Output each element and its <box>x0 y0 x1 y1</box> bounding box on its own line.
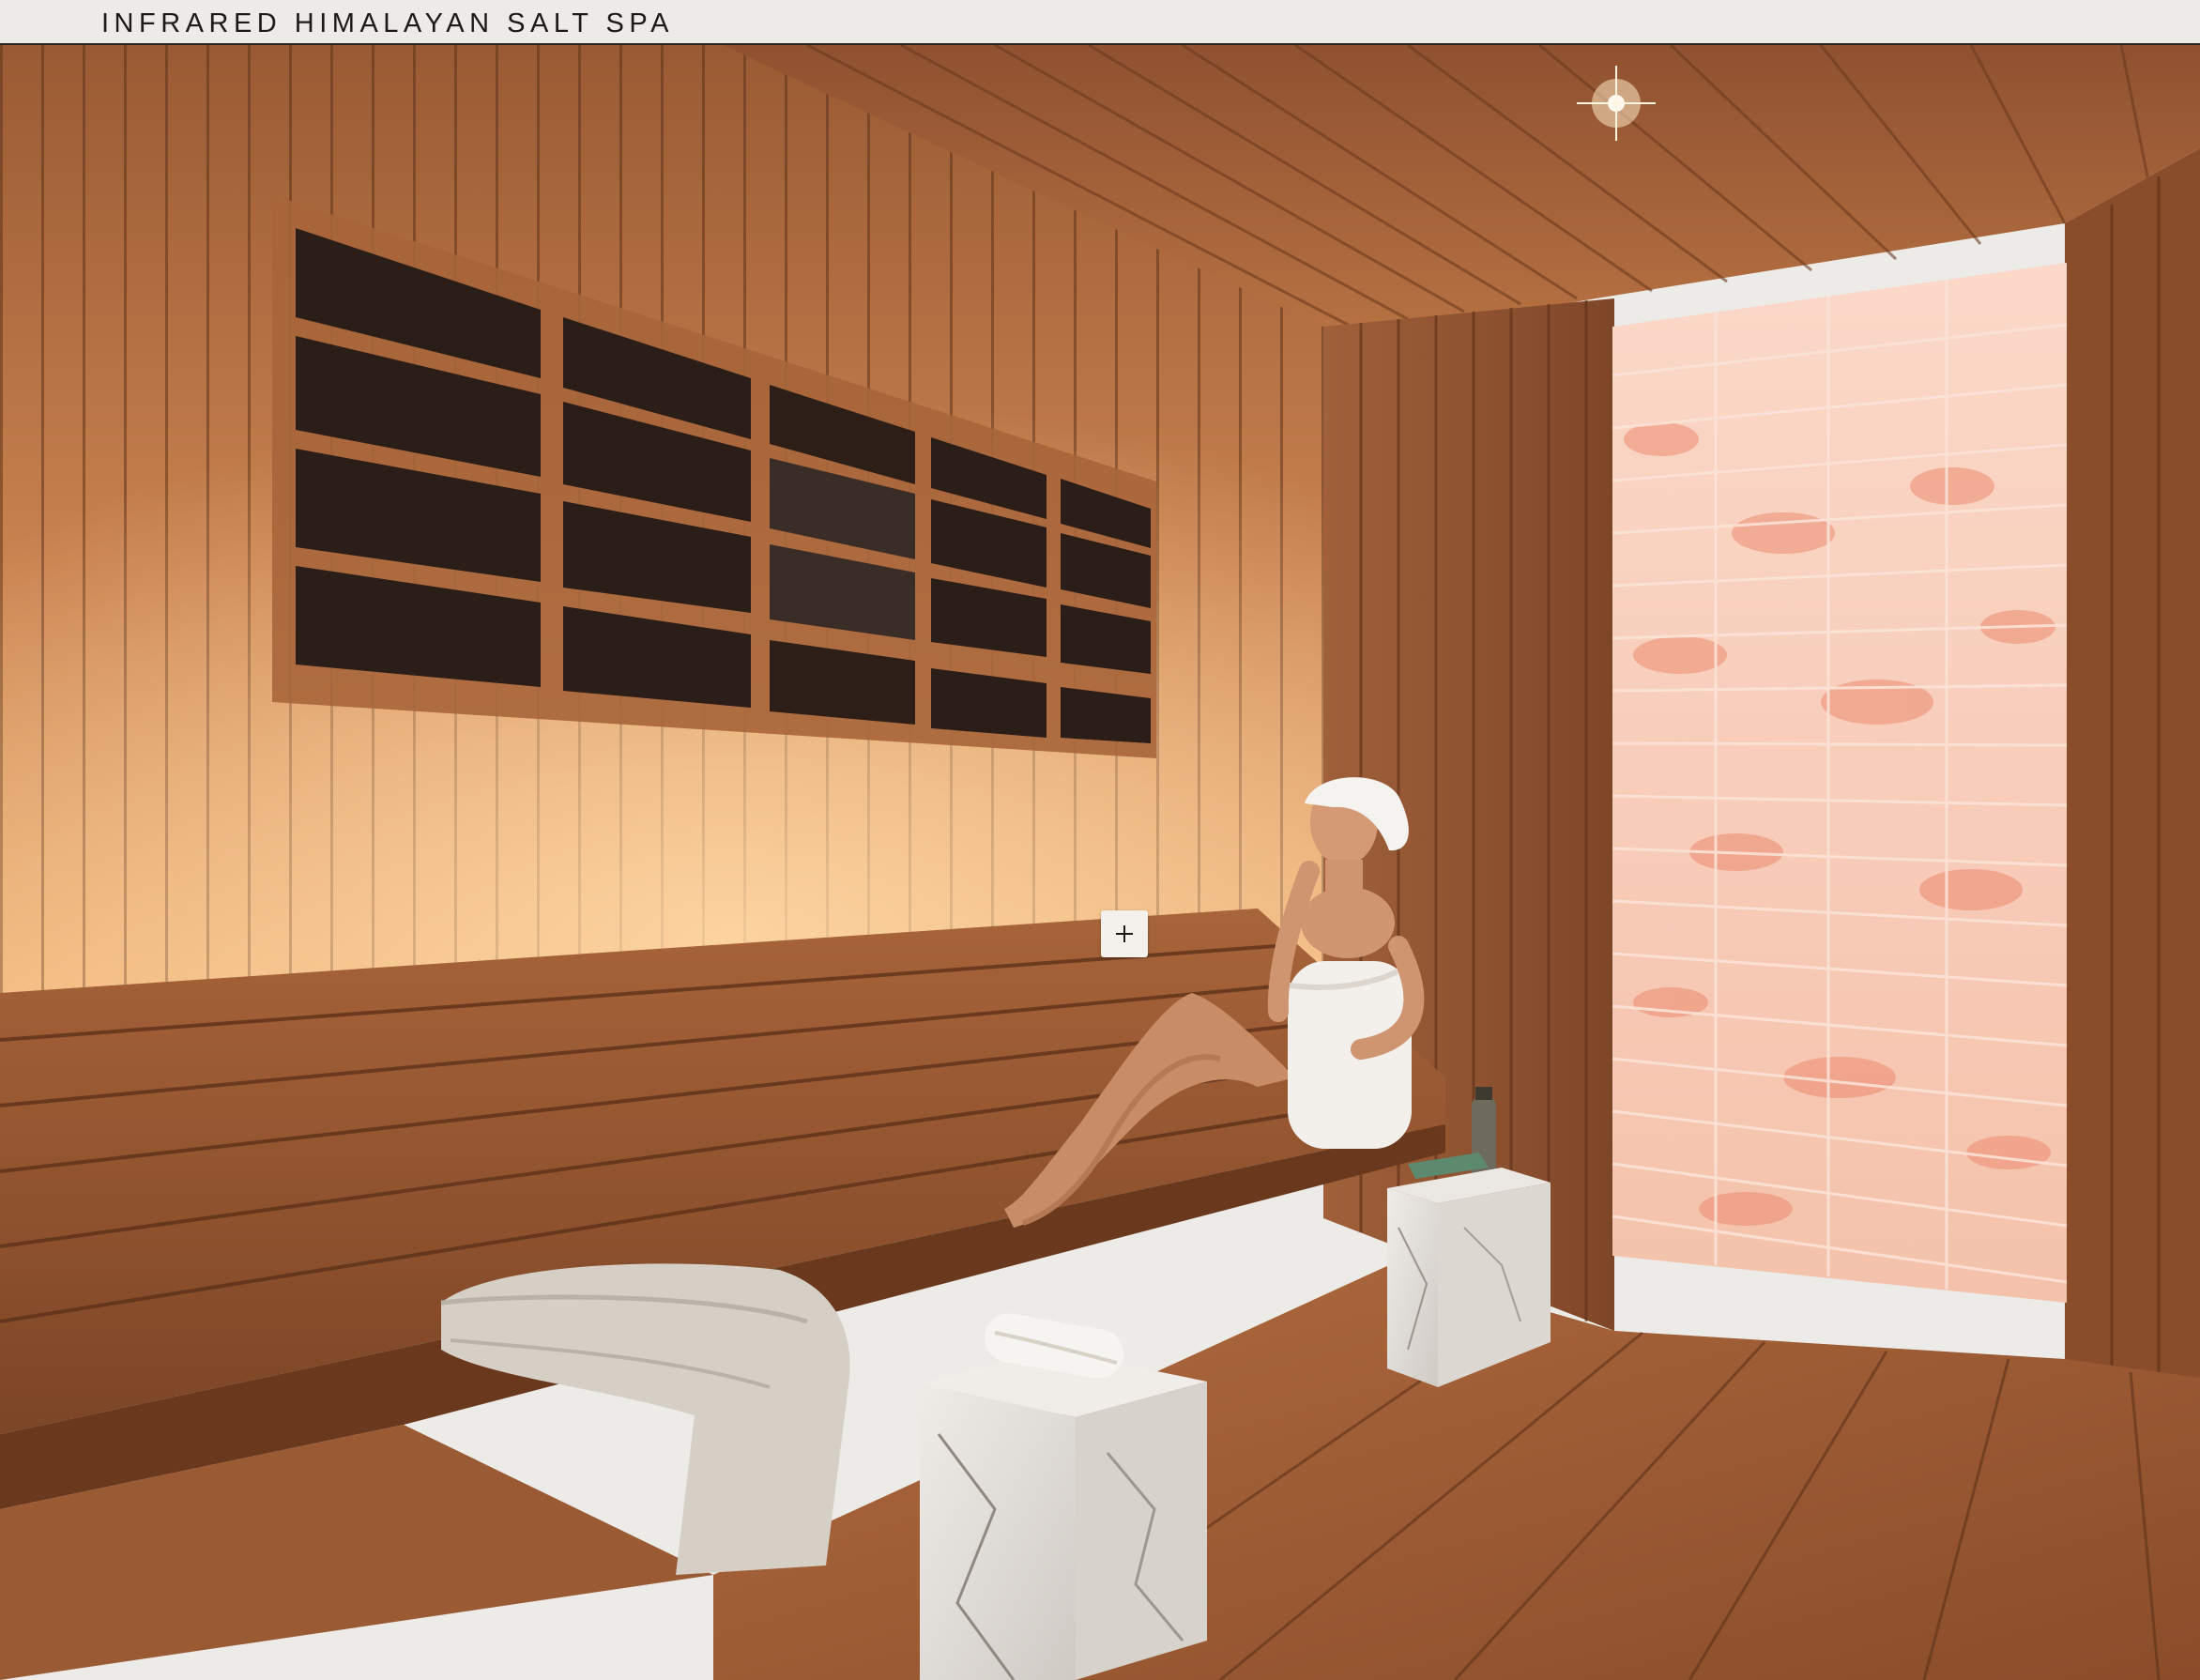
sauna-illustration <box>0 45 2200 1680</box>
salt-brick-wall <box>1612 263 2068 1303</box>
marble-stool-left <box>920 1313 1207 1680</box>
sauna-photo <box>0 45 2200 1680</box>
zoom-plus-button[interactable] <box>1101 910 1148 957</box>
header-bar: INFRARED HIMALAYAN SALT SPA <box>0 0 2200 45</box>
plus-icon <box>1116 925 1133 942</box>
page-title: INFRARED HIMALAYAN SALT SPA <box>101 8 674 38</box>
page: INFRARED HIMALAYAN SALT SPA <box>0 0 2200 1680</box>
